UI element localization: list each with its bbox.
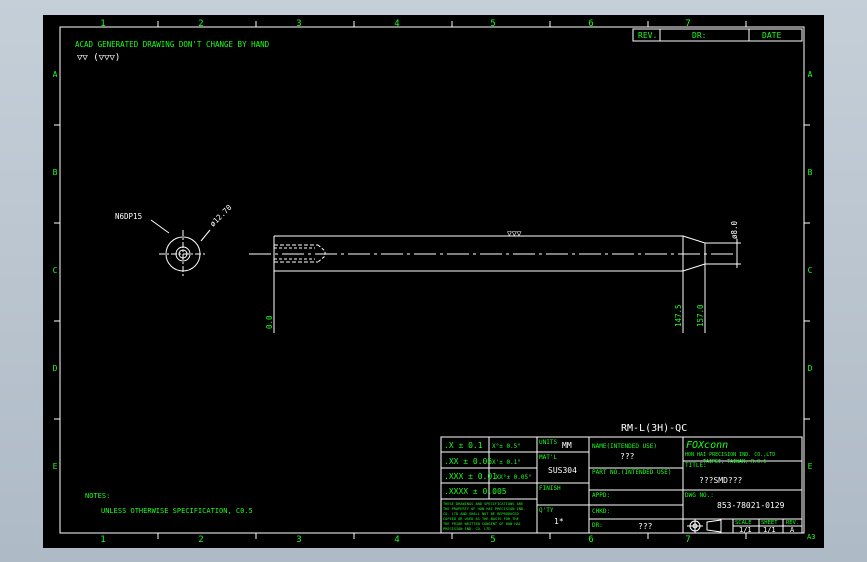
scale-value: 1/1 — [739, 526, 752, 534]
appd-label: APPD: — [592, 492, 610, 499]
acad-note: ACAD GENERATED DRAWING DON'T CHANGE BY H… — [75, 40, 270, 49]
angle-tolerances: X°± 0.5° X'± 0.1° .XX°± 0.05° — [492, 443, 532, 481]
partno-label: PART NO.(INTENDED USE) — [592, 469, 671, 476]
hole-label: N6DP15 — [115, 212, 142, 221]
col-label: 5 — [490, 535, 495, 545]
matl-label: MAT'L — [539, 454, 557, 461]
dim-zero: 0.0 — [265, 315, 274, 329]
sheet-value: 1/1 — [763, 526, 776, 534]
date-header: DATE — [762, 31, 781, 40]
col-label: 4 — [394, 19, 399, 29]
tol-x1: .X ± 0.1 — [444, 441, 483, 450]
qty-label: Q'TY — [539, 507, 554, 514]
tol-x4: .XXXX ± 0.005 — [444, 487, 507, 496]
row-labels-right: A B C D E — [808, 70, 813, 471]
row-labels-left: A B C D E — [53, 70, 58, 471]
notes-label: NOTES: — [85, 492, 110, 500]
col-label: 7 — [685, 19, 690, 29]
name-label: NAME(INTENDED USE) — [592, 443, 657, 450]
col-label: 3 — [296, 19, 301, 29]
finish-label: FINISH — [539, 485, 561, 492]
disclaimer-line: CO. LTD AND SHALL NOT BE REPRODUCED — [443, 512, 519, 516]
projection-symbol-icon — [687, 519, 722, 533]
row-label: C — [808, 266, 813, 275]
tol-x2: .XX ± 0.05 — [444, 457, 492, 466]
title-value: ???SMD??? — [699, 476, 743, 485]
row-label: C — [53, 266, 58, 275]
col-label: 3 — [296, 535, 301, 545]
outer-diameter-label: ø12.70 — [208, 203, 234, 229]
col-label: 7 — [685, 535, 690, 545]
col-label: 1 — [100, 535, 105, 545]
row-label: E — [808, 462, 813, 471]
end-diameter-label: ø8.0 — [730, 220, 739, 239]
disclaimer-line: COPIED OR USED AS THE BASIS FOR THE — [443, 517, 519, 521]
surface-symbol: ▽▽▽ — [507, 229, 522, 238]
disclaimer-line: THESE DRAWINGS AND SPECIFICATIONS ARE — [443, 502, 523, 506]
tol-a3: .XX°± 0.05° — [492, 474, 532, 481]
row-label: D — [53, 364, 58, 373]
column-labels-bottom: 1 2 3 4 5 6 7 — [100, 535, 690, 545]
disclaimer: THESE DRAWINGS AND SPECIFICATIONS ARE TH… — [443, 502, 525, 531]
revision-block: REV. DR: DATE — [632, 28, 803, 42]
row-label: D — [808, 364, 813, 373]
units-label: UNITS — [539, 439, 557, 446]
col-label: 4 — [394, 535, 399, 545]
disclaimer-line: PRECISION IND. CO. LTD — [443, 527, 491, 531]
dr-value: ??? — [638, 522, 653, 531]
sheet-size: A3 — [807, 533, 815, 541]
col-label: 6 — [588, 19, 593, 29]
units-value: MM — [562, 441, 572, 450]
col-label: 6 — [588, 535, 593, 545]
matl-value: SUS304 — [548, 466, 577, 475]
chkd-label: CHKD: — [592, 508, 610, 515]
col-label: 2 — [198, 19, 203, 29]
disclaimer-line: THE PRIOR WRITTEN CONSENT OF HON HAI — [443, 522, 521, 526]
rev-header: REV. — [638, 31, 657, 40]
tol-x3: .XXX ± 0.01 — [444, 472, 497, 481]
dr-label: DR: — [592, 522, 603, 529]
dwgno-value: 853-78021-0129 — [717, 501, 785, 510]
notes-line1: UNLESS OTHERWISE SPECIFICATION, C0.5 — [101, 507, 253, 515]
dim-157: 157.0 — [696, 304, 705, 327]
name-value: ??? — [620, 452, 635, 461]
row-label: B — [808, 168, 813, 177]
dim-147: 147.5 — [674, 304, 683, 327]
tol-a2: X'± 0.1° — [492, 459, 521, 466]
finish-symbol: ▽▽ (▽▽▽) — [77, 53, 120, 63]
row-label: B — [53, 168, 58, 177]
row-label: A — [53, 70, 58, 79]
dr-header: DR: — [692, 31, 706, 40]
row-label: E — [53, 462, 58, 471]
company-address: TAIPEI, TAIWAN, R.O.C — [703, 459, 766, 465]
cad-drawing: 1 2 3 4 5 6 7 1 2 3 4 5 6 7 A B C D E A … — [53, 19, 816, 545]
company-logo: FOXconn — [686, 440, 728, 451]
col-label: 1 — [100, 19, 105, 29]
col-label: 2 — [198, 535, 203, 545]
qty-value: 1* — [554, 517, 564, 526]
dwgno-label: DWG NO.: — [685, 492, 714, 499]
shaft-side-view — [249, 235, 741, 333]
tol-a1: X°± 0.5° — [492, 443, 521, 450]
disclaimer-line: THE PROPERTY OF HON HAI PRECISION IND. — [443, 507, 525, 511]
row-label: A — [808, 70, 813, 79]
col-label: 5 — [490, 19, 495, 29]
drawing-canvas[interactable]: 1 2 3 4 5 6 7 1 2 3 4 5 6 7 A B C D E A … — [43, 15, 824, 548]
part-name: RM-L(3H)-QC — [621, 423, 687, 434]
company-name: HON HAI PRECISION IND. CO.,LTD — [685, 452, 775, 458]
end-view — [150, 219, 211, 278]
